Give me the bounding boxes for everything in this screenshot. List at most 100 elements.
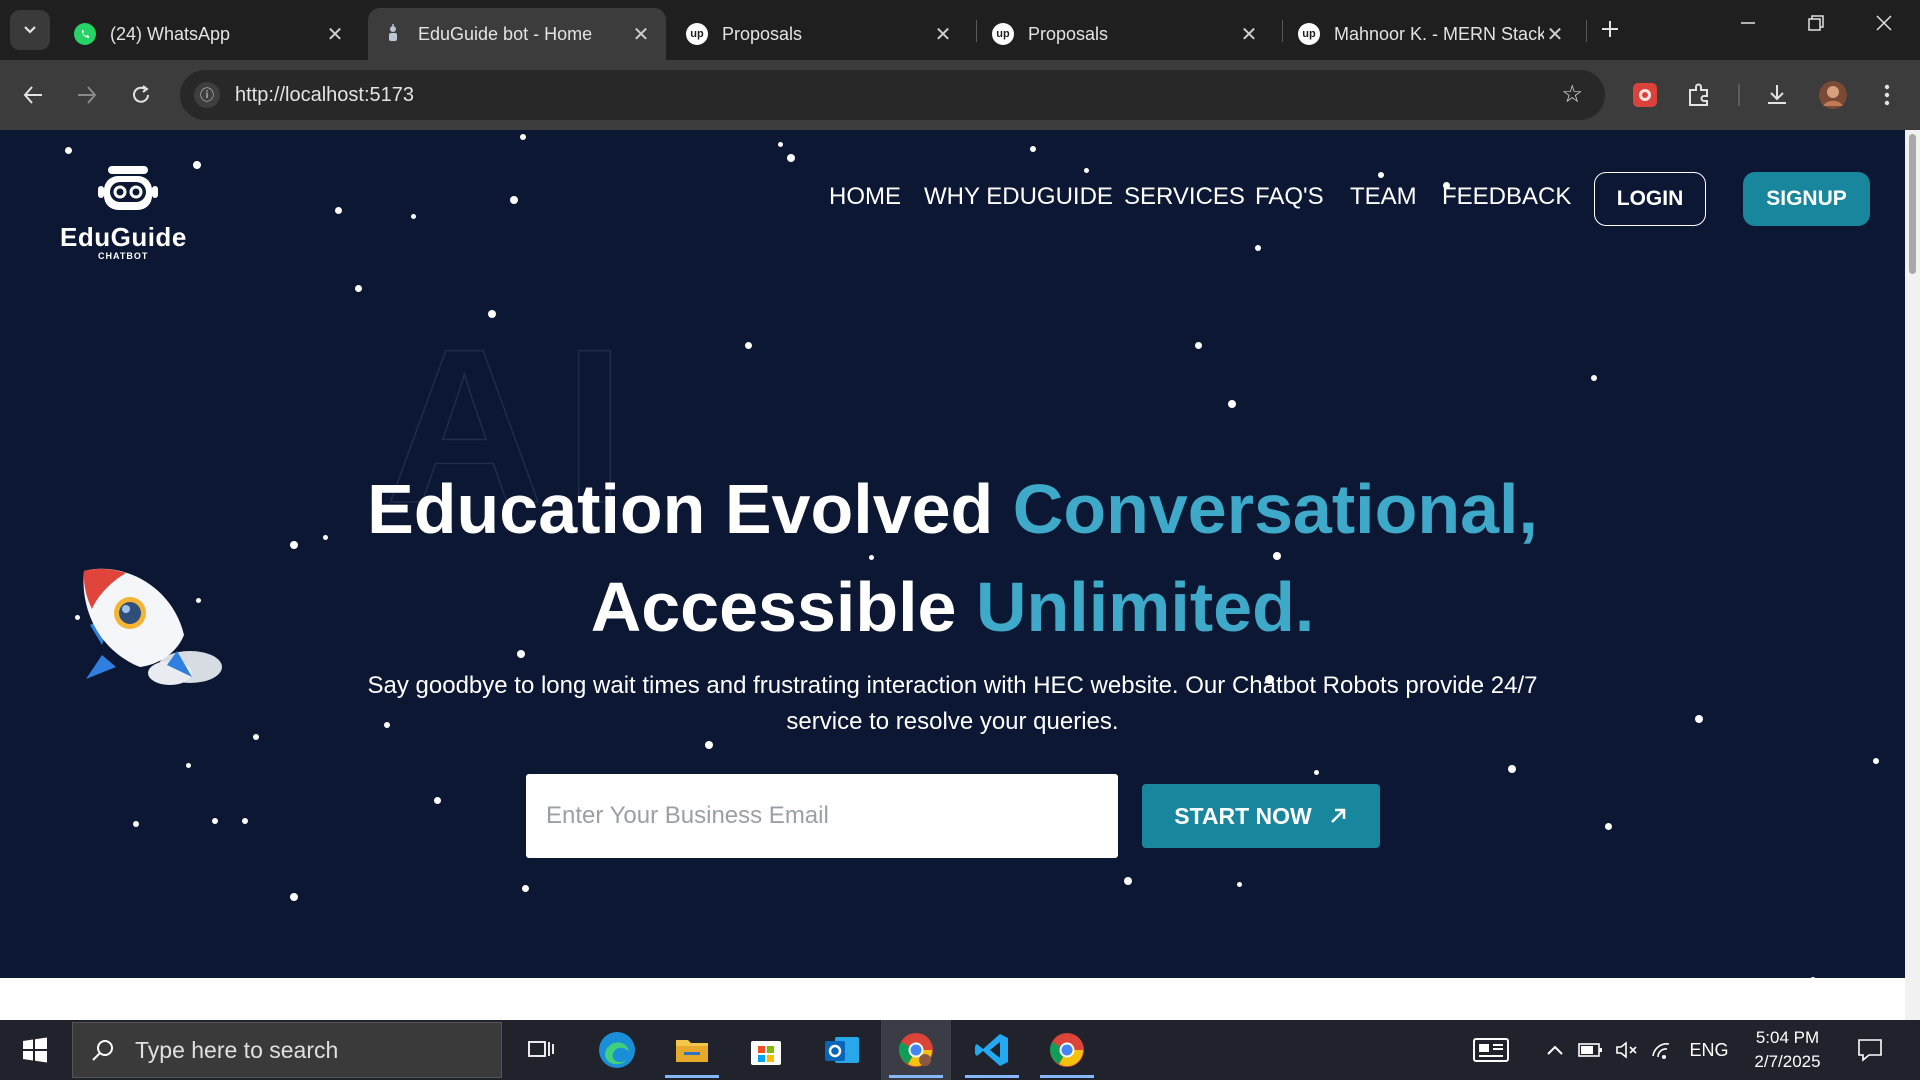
star-dot [1508,765,1516,773]
task-view-button[interactable] [506,1020,576,1080]
business-email-input[interactable] [526,774,1118,858]
headline-line1-accent: Conversational, [1012,470,1538,548]
taskbar-search[interactable]: Type here to search [72,1022,502,1078]
restore-button[interactable] [1796,12,1836,38]
taskbar-edge[interactable] [582,1020,652,1080]
extension-icon[interactable] [1628,78,1662,112]
star-dot [434,797,441,804]
minimize-button[interactable] [1728,12,1768,38]
url-text[interactable]: http://localhost:5173 [235,84,414,107]
new-tab-button[interactable] [1600,14,1620,46]
star-dot [1030,146,1036,152]
toolbar-separator [1738,84,1740,106]
close-icon[interactable]: ✕ [1544,22,1566,47]
star-dot [212,818,218,824]
forward-button[interactable] [70,78,104,112]
chrome-icon [899,1033,933,1067]
volume-muted-icon[interactable] [1612,1020,1642,1080]
reload-icon [133,85,149,103]
microsoft-store-icon [751,1041,781,1065]
upwork-icon: up [992,23,1014,45]
bookmark-star-icon[interactable]: ☆ [1561,80,1583,109]
close-icon[interactable]: ✕ [630,22,652,47]
reload-button[interactable] [124,78,158,112]
tab-title: Mahnoor K. - MERN Stack [1334,23,1544,44]
tab-title: (24) WhatsApp [110,23,231,44]
robot-logo-icon [98,166,158,210]
search-icon [92,1040,113,1061]
hero-section: AI EduGuide CHATBOT HOME WHY EDUGUIDE SE… [0,130,1905,985]
login-button[interactable]: LOGIN [1594,172,1706,226]
browser-tabstrip: (24) WhatsApp ✕ EduGuide bot - Home ✕ up… [0,0,1920,60]
close-icon [1876,15,1892,31]
clock-date: 2/7/2025 [1754,1052,1821,1071]
star-dot [1873,758,1879,764]
profile-avatar[interactable] [1816,78,1850,112]
star-dot [1255,245,1261,251]
chevron-down-icon [24,26,36,34]
close-icon[interactable]: ✕ [1238,22,1260,47]
wifi-icon[interactable] [1648,1020,1678,1080]
upwork-icon: up [686,23,708,45]
start-now-button[interactable]: START NOW [1142,784,1380,848]
close-window-button[interactable] [1864,12,1904,38]
whatsapp-icon [74,23,96,45]
taskbar-vscode[interactable] [957,1020,1027,1080]
edge-icon [599,1032,635,1068]
tab-proposals-2[interactable]: up Proposals ✕ [978,8,1274,60]
headline-line2-accent: Unlimited. [975,568,1315,646]
close-icon[interactable]: ✕ [324,22,346,47]
tab-mahnoor[interactable]: up Mahnoor K. - MERN Stack ✕ [1284,8,1580,60]
notifications-button[interactable] [1850,1020,1890,1080]
tab-search-button[interactable] [10,10,50,50]
nav-team[interactable]: TEAM [1350,183,1417,211]
star-dot [1378,172,1384,178]
close-icon[interactable]: ✕ [932,22,954,47]
star-dot [522,885,529,892]
download-icon[interactable] [1760,78,1794,112]
taskbar-file-explorer[interactable] [657,1020,727,1080]
vscode-icon [975,1034,1008,1066]
language-indicator[interactable]: ENG [1684,1020,1734,1080]
nav-home[interactable]: HOME [829,183,901,211]
back-button[interactable] [16,78,50,112]
taskbar-chrome-active[interactable] [881,1020,951,1080]
logo-name: EduGuide [60,222,187,252]
chrome-icon [1050,1033,1084,1067]
page-scrollbar[interactable] [1905,130,1920,1020]
tab-title: Proposals [1028,23,1109,44]
start-button[interactable] [0,1020,70,1080]
site-info-icon[interactable]: ⓘ [194,82,220,108]
menu-kebab-icon[interactable] [1870,78,1904,112]
tab-separator [1586,20,1587,42]
star-dot [242,818,248,824]
nav-services[interactable]: SERVICES [1124,183,1245,211]
extensions-puzzle-icon[interactable] [1682,78,1716,112]
nav-faqs[interactable]: FAQ'S [1255,183,1324,211]
taskbar-store[interactable] [731,1020,801,1080]
folder-icon [676,1040,708,1062]
tab-whatsapp[interactable]: (24) WhatsApp ✕ [60,8,360,60]
star-dot [411,214,416,219]
show-hidden-icons-button[interactable] [1540,1020,1570,1080]
tab-proposals-1[interactable]: up Proposals ✕ [672,8,968,60]
taskbar-outlook[interactable] [807,1020,877,1080]
battery-icon[interactable] [1576,1020,1606,1080]
scrollbar-thumb[interactable] [1909,134,1916,274]
signup-button[interactable]: SIGNUP [1743,172,1870,226]
star-dot [745,342,752,349]
star-dot [787,154,795,162]
nav-why-eduguide[interactable]: WHY EDUGUIDE [924,183,1113,211]
nav-feedback[interactable]: FEEDBACK [1442,183,1571,211]
news-widget-button[interactable] [1466,1020,1516,1080]
site-logo[interactable]: EduGuide CHATBOT [60,160,195,261]
star-dot [1124,877,1132,885]
tab-eduguide[interactable]: EduGuide bot - Home ✕ [368,8,666,60]
search-placeholder: Type here to search [135,1036,339,1063]
eduguide-icon [382,23,404,45]
star-dot [186,763,191,768]
address-bar[interactable]: ⓘ http://localhost:5173 ☆ [180,70,1605,120]
system-clock[interactable]: 5:04 PM 2/7/2025 [1740,1026,1835,1074]
taskbar-chrome[interactable] [1032,1020,1102,1080]
star-dot [335,207,342,214]
